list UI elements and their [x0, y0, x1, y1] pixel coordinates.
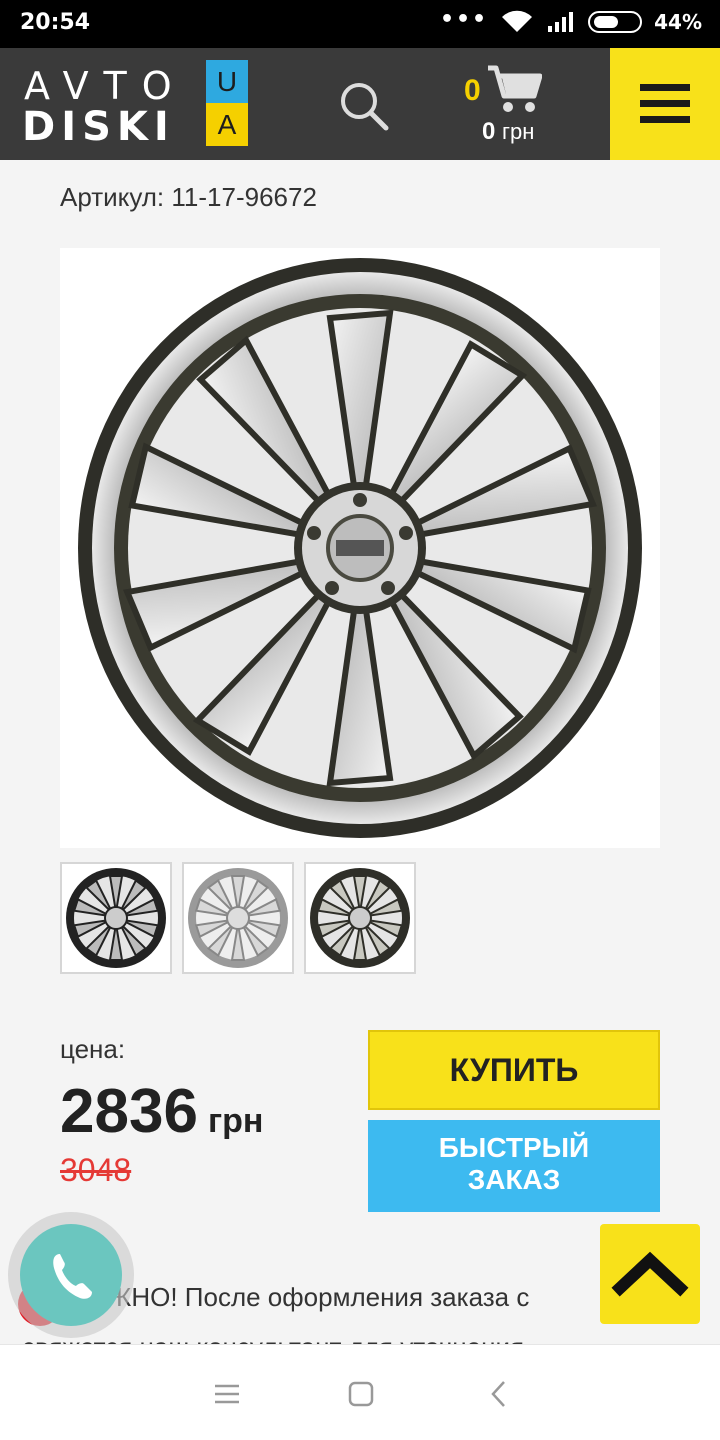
price: 2836 грн	[60, 1076, 263, 1147]
more-dots-icon: •••	[439, 6, 489, 32]
logo-flag-top: U	[206, 60, 248, 103]
back-icon[interactable]	[484, 1379, 514, 1409]
home-icon[interactable]	[346, 1379, 376, 1409]
logo-flag-bottom: A	[206, 103, 248, 146]
menu-icon-bar	[640, 100, 690, 107]
price-currency: грн	[207, 1102, 264, 1140]
logo-text-top: AVTO	[24, 64, 187, 108]
cart-icon	[488, 65, 542, 112]
status-icons: ••• 44%	[439, 6, 702, 35]
site-header: AVTO DISKI U A 0 0 грн	[0, 48, 720, 160]
battery-level: 44%	[654, 10, 702, 34]
cart-count: 0	[464, 74, 481, 107]
cart-total: 0 грн	[482, 118, 534, 146]
price-label: цена:	[60, 1034, 126, 1064]
call-button[interactable]	[8, 1212, 134, 1338]
quick-order-button[interactable]: БЫСТРЫЙ ЗАКАЗ	[368, 1120, 660, 1212]
system-nav-bar	[0, 1344, 720, 1440]
cart-total-value: 0	[482, 118, 496, 145]
chevron-up-icon	[611, 1251, 689, 1297]
call-button-inner	[20, 1224, 122, 1326]
notice-text-line2: свяжется наш консультант для уточнения	[22, 1332, 524, 1344]
search-icon	[341, 83, 389, 131]
logo-text-bottom: DISKI	[22, 104, 175, 150]
product-main-image[interactable]	[60, 248, 660, 848]
wheel-thumb-image	[310, 868, 410, 968]
wifi-icon	[502, 10, 533, 33]
thumbnail[interactable]	[182, 862, 294, 974]
price-value: 2836	[60, 1077, 198, 1146]
battery-icon	[588, 11, 643, 33]
cart-total-currency: грн	[502, 119, 535, 144]
wheel-thumb-image	[66, 868, 166, 968]
menu-icon	[640, 84, 690, 91]
site-logo[interactable]: AVTO DISKI U A	[22, 60, 252, 150]
scroll-top-button[interactable]	[600, 1224, 700, 1324]
recent-apps-icon[interactable]	[212, 1379, 242, 1409]
phone-icon	[53, 1254, 92, 1299]
menu-button[interactable]	[610, 48, 720, 160]
thumbnail[interactable]	[60, 862, 172, 974]
logo-flag: U A	[206, 60, 248, 146]
product-thumbnails	[60, 862, 416, 974]
menu-icon-bar	[640, 116, 690, 123]
quick-order-label-line1: БЫСТРЫЙ	[438, 1132, 590, 1163]
status-time: 20:54	[20, 10, 91, 35]
quick-order-label-line2: ЗАКАЗ	[467, 1164, 561, 1195]
search-button[interactable]	[336, 78, 392, 134]
buy-button[interactable]: КУПИТЬ	[368, 1030, 660, 1110]
cart-button[interactable]: 0 0 грн	[452, 60, 562, 150]
signal-icon	[548, 12, 574, 32]
thumbnail[interactable]	[304, 862, 416, 974]
product-article: Артикул: 11-17-96672	[60, 182, 317, 212]
wheel-image	[78, 258, 642, 838]
status-bar: 20:54 ••• 44%	[0, 0, 720, 48]
old-price: 3048	[60, 1152, 132, 1188]
notice-text: АЖНО! После оформления заказа с	[90, 1282, 530, 1312]
wheel-thumb-image	[188, 868, 288, 968]
